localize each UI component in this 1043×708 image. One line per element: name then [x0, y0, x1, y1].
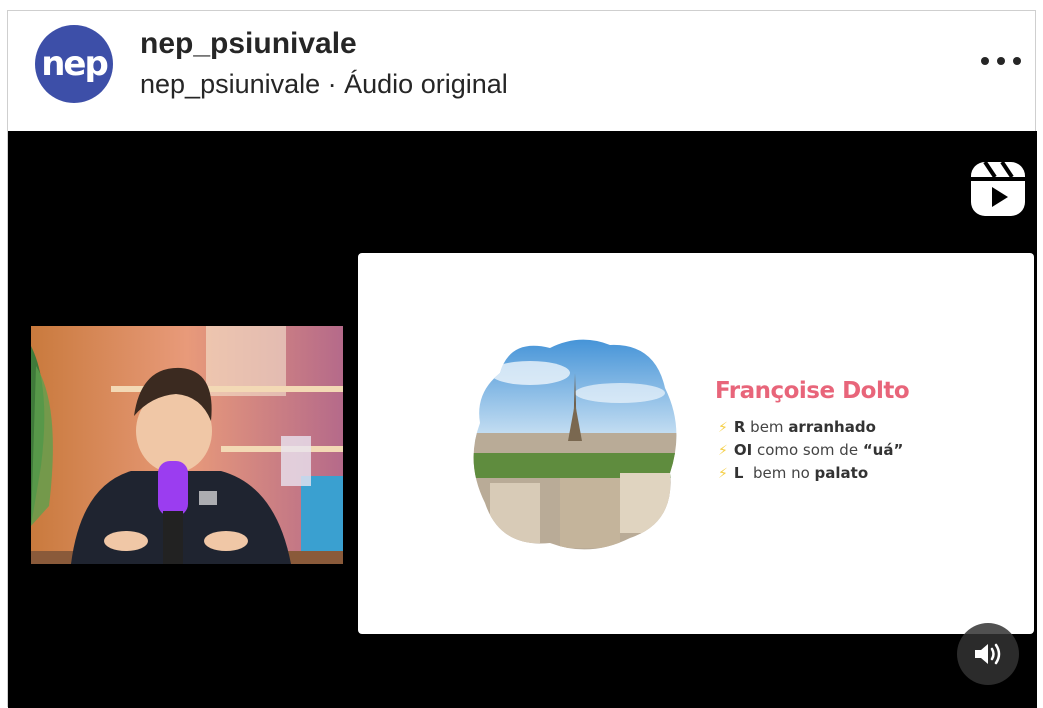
slide-title: Françoise Dolto [715, 378, 910, 404]
lightning-bolt-icon: ⚡ [718, 466, 728, 482]
bullet-letter: R [733, 418, 746, 436]
slide-bullet: ⚡ OI como som de “uá” [718, 439, 903, 462]
bullet-emphasis: palato [814, 464, 869, 482]
reel-post: nep nep_psiunivale nep_psiunivale · Áudi… [7, 10, 1037, 708]
more-options-icon[interactable] [981, 49, 1021, 73]
bullet-text: como som de [752, 441, 863, 459]
bullet-text: bem [745, 418, 789, 436]
audio-label[interactable]: nep_psiunivale · Áudio original [140, 69, 508, 100]
presentation-slide: Françoise Dolto ⚡ R bem arranhado ⚡ OI com… [358, 253, 1034, 634]
lightning-bolt-icon: ⚡ [718, 443, 728, 459]
slide-bullet: ⚡ R bem arranhado [718, 416, 903, 439]
reels-icon [971, 160, 1025, 216]
lightning-bolt-icon: ⚡ [718, 420, 728, 436]
volume-icon [975, 643, 1001, 665]
bullet-emphasis: “uá” [862, 441, 904, 459]
video-player[interactable]: Françoise Dolto ⚡ R bem arranhado ⚡ OI com… [8, 131, 1037, 708]
avatar[interactable]: nep [35, 25, 113, 103]
bullet-text: bem no [743, 464, 815, 482]
bullet-letter: OI [733, 441, 753, 459]
username[interactable]: nep_psiunivale [140, 27, 357, 61]
bullet-emphasis: arranhado [788, 418, 876, 436]
post-header: nep nep_psiunivale nep_psiunivale · Áudi… [8, 11, 1035, 131]
presenter-webcam [31, 326, 343, 564]
paris-image [473, 339, 677, 550]
avatar-text: nep [41, 44, 109, 84]
slide-bullet: ⚡ L bem no palato [718, 462, 903, 485]
slide-bullets: ⚡ R bem arranhado ⚡ OI como som de “uá” ⚡ L… [718, 416, 903, 485]
volume-button[interactable] [957, 623, 1019, 685]
bullet-letter: L [733, 464, 744, 482]
